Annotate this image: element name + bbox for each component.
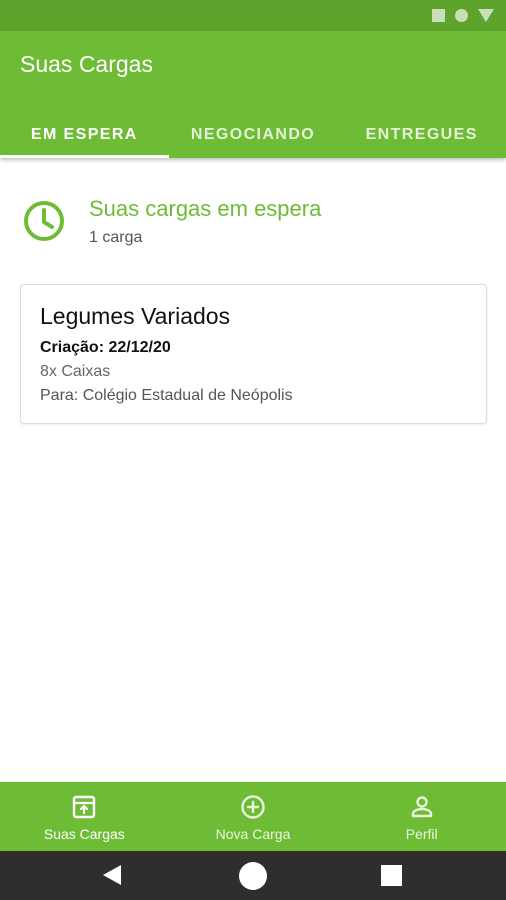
archive-box-icon (73, 795, 96, 819)
notification-square-icon (432, 9, 445, 22)
nav-item-suas-cargas[interactable]: Suas Cargas (0, 782, 169, 851)
tab-negociando[interactable]: NEGOCIANDO (169, 111, 338, 158)
clock-icon (24, 201, 64, 241)
signal-triangle-icon (478, 9, 494, 22)
nav-item-nova-carga[interactable]: Nova Carga (169, 782, 338, 851)
back-icon[interactable] (103, 865, 121, 885)
nav-label: Perfil (405, 826, 438, 842)
tab-em-espera[interactable]: EM ESPERA (0, 111, 169, 158)
recent-apps-icon[interactable] (381, 865, 402, 886)
nav-label: Nova Carga (215, 826, 291, 842)
status-icons (432, 9, 494, 22)
nav-label: Suas Cargas (43, 826, 125, 842)
cargo-card[interactable]: Legumes Variados Criação: 22/12/20 8x Ca… (20, 284, 487, 424)
tab-entregues[interactable]: ENTREGUES (337, 111, 506, 158)
status-bar (0, 0, 506, 31)
tab-label: EM ESPERA (30, 125, 138, 143)
card-title: Legumes Variados (40, 303, 231, 329)
app-title: Suas Cargas (20, 51, 153, 77)
system-navigation-bar (0, 851, 506, 900)
app-bar: Suas Cargas EM ESPERA NEGOCIANDO ENTREGU… (0, 31, 506, 158)
tab-bar: EM ESPERA NEGOCIANDO ENTREGUES (0, 111, 506, 158)
card-quantity: 8x Caixas (40, 363, 111, 380)
status-circle-icon (455, 9, 468, 22)
nav-item-perfil[interactable]: Perfil (337, 782, 506, 851)
section-title: Suas cargas em espera (89, 196, 322, 221)
bottom-navigation: Suas Cargas Nova Carga Perfil (0, 782, 506, 851)
card-creation-date: Criação: 22/12/20 (40, 339, 171, 356)
tab-label: NEGOCIANDO (190, 125, 316, 143)
tab-label: ENTREGUES (365, 125, 478, 143)
section-count: 1 carga (89, 229, 143, 246)
person-icon (411, 796, 432, 818)
section-header: Suas cargas em espera 1 carga (20, 196, 480, 256)
home-icon[interactable] (239, 862, 267, 890)
card-destination: Para: Colégio Estadual de Neópolis (40, 387, 293, 404)
add-circle-icon (241, 795, 265, 819)
